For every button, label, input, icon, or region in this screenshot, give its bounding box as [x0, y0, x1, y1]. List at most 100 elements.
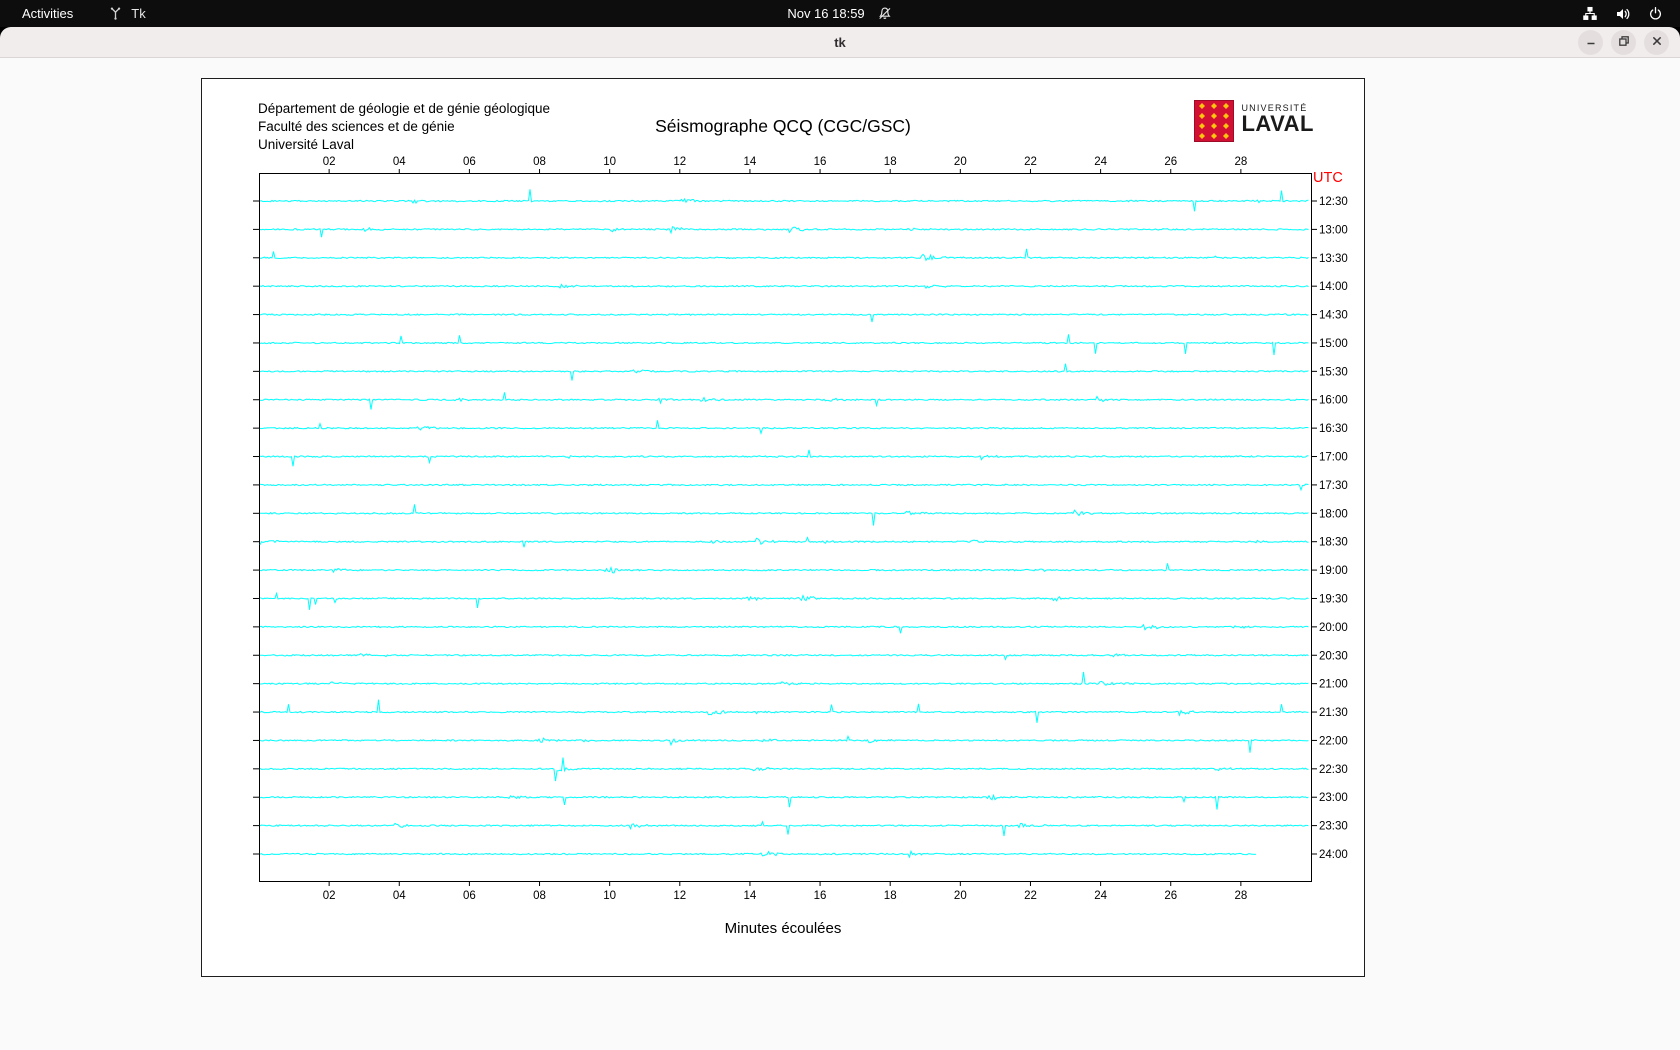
- close-button[interactable]: [1644, 30, 1669, 55]
- trace-time-label: 20:30: [1319, 650, 1348, 662]
- seismogram-plot: 02 02 04 04 06 06 08 08 10 10 12 12 14 14 16 16 18 18 20 20…: [253, 156, 1348, 902]
- trace-time-label: 23:30: [1319, 821, 1348, 833]
- trace-time-label: 24:00: [1319, 849, 1348, 861]
- seismogram-trace: [259, 313, 1309, 323]
- seismogram-trace: [260, 653, 1309, 661]
- x-tick-label-bottom: 20: [954, 890, 967, 902]
- minimize-icon: [1584, 34, 1598, 51]
- x-tick-label-top: 06: [463, 156, 476, 168]
- gnome-top-bar: Activities Tk Nov 16 18:59: [0, 0, 1680, 27]
- x-tick-label-bottom: 10: [603, 890, 616, 902]
- clock-label: Nov 16 18:59: [787, 6, 865, 21]
- seismogram-trace: [259, 820, 1309, 837]
- seismogram-trace: [259, 392, 1309, 410]
- trace-time-label: 16:30: [1319, 423, 1348, 435]
- activities-button[interactable]: Activities: [13, 4, 82, 23]
- clock-menu[interactable]: Nov 16 18:59: [787, 0, 892, 27]
- x-tick-label-top: 02: [323, 156, 336, 168]
- x-tick-label-bottom: 26: [1164, 890, 1177, 902]
- x-tick-label-top: 08: [533, 156, 546, 168]
- trace-time-label: 22:30: [1319, 764, 1348, 776]
- focused-app-indicator[interactable]: Tk: [108, 6, 146, 21]
- network-icon: [1582, 6, 1598, 22]
- x-tick-label-bottom: 16: [814, 890, 827, 902]
- seismogram-trace: [259, 420, 1309, 436]
- seismogram-trace: [259, 849, 1257, 859]
- seismogram-trace: [259, 449, 1309, 467]
- trace-time-label: 17:30: [1319, 480, 1348, 492]
- notifications-muted-icon: [878, 6, 893, 21]
- seismogram-trace: [259, 757, 1309, 782]
- x-tick-label-bottom: 04: [393, 890, 406, 902]
- seismogram-trace: [259, 226, 1309, 238]
- trace-time-label: 20:00: [1319, 622, 1348, 634]
- minimize-button[interactable]: [1578, 30, 1603, 55]
- x-tick-label-top: 14: [744, 156, 757, 168]
- seismogram-trace: [259, 699, 1309, 723]
- x-tick-label-bottom: 02: [323, 890, 336, 902]
- x-tick-label-top: 12: [673, 156, 686, 168]
- x-tick-label-top: 04: [393, 156, 406, 168]
- trace-time-label: 21:30: [1319, 707, 1348, 719]
- seismogram-trace: [259, 363, 1309, 381]
- trace-time-label: 15:00: [1319, 338, 1348, 350]
- trace-time-label: 21:00: [1319, 679, 1348, 691]
- seismogram-trace: [259, 283, 1309, 289]
- x-tick-label-bottom: 12: [673, 890, 686, 902]
- system-menu[interactable]: [1582, 6, 1680, 22]
- x-tick-label-bottom: 14: [744, 890, 757, 902]
- trace-time-label: 13:30: [1319, 253, 1348, 265]
- x-tick-label-bottom: 28: [1234, 890, 1247, 902]
- seismogram-trace: [260, 671, 1309, 686]
- x-tick-label-bottom: 06: [463, 890, 476, 902]
- seismogram-trace: [259, 793, 1309, 810]
- trace-time-label: 18:30: [1319, 537, 1348, 549]
- trace-time-label: 22:00: [1319, 735, 1348, 747]
- seismogram-trace: [260, 504, 1309, 526]
- power-icon: [1648, 6, 1663, 21]
- seismogram-trace: [259, 483, 1309, 492]
- seismogram-trace: [259, 536, 1309, 548]
- x-tick-label-top: 20: [954, 156, 967, 168]
- x-tick-label-top: 24: [1094, 156, 1107, 168]
- x-tick-label-top: 10: [603, 156, 616, 168]
- seismogram-trace: [259, 334, 1309, 356]
- x-tick-label-bottom: 22: [1024, 890, 1037, 902]
- trace-time-label: 19:30: [1319, 593, 1348, 605]
- x-tick-label-top: 28: [1234, 156, 1247, 168]
- trace-time-label: 12:30: [1319, 196, 1348, 208]
- window-title: tk: [834, 34, 846, 50]
- focused-app-name: Tk: [131, 6, 146, 21]
- window-titlebar[interactable]: tk: [0, 27, 1680, 58]
- x-tick-label-bottom: 08: [533, 890, 546, 902]
- utc-label: UTC: [1313, 170, 1343, 186]
- seismogram-trace: [259, 734, 1309, 753]
- trace-time-label: 18:00: [1319, 508, 1348, 520]
- seismograph-canvas: Département de géologie et de génie géol…: [201, 78, 1365, 977]
- window-content: Département de géologie et de génie géol…: [0, 58, 1680, 1050]
- seismogram-trace: [259, 248, 1309, 262]
- trace-time-label: 17:00: [1319, 452, 1348, 464]
- x-axis-label: Minutes écoulées: [724, 920, 842, 937]
- plot-frame: [259, 173, 1312, 882]
- seismogram-trace: [259, 563, 1309, 574]
- restore-icon: [1617, 34, 1631, 51]
- trace-time-label: 23:00: [1319, 792, 1348, 804]
- x-tick-label-top: 16: [814, 156, 827, 168]
- trace-time-label: 14:30: [1319, 310, 1348, 322]
- x-tick-label-top: 18: [884, 156, 897, 168]
- trace-time-label: 13:00: [1319, 224, 1348, 236]
- close-icon: [1650, 34, 1664, 51]
- seismogram-trace: [259, 623, 1309, 634]
- trace-time-label: 16:00: [1319, 395, 1348, 407]
- x-tick-label-bottom: 18: [884, 890, 897, 902]
- seismogram-trace: [259, 591, 1309, 610]
- volume-icon: [1615, 6, 1631, 22]
- trace-time-label: 19:00: [1319, 565, 1348, 577]
- x-tick-label-top: 22: [1024, 156, 1037, 168]
- x-tick-label-bottom: 24: [1094, 890, 1107, 902]
- trace-time-label: 15:30: [1319, 366, 1348, 378]
- seismogram-trace: [259, 189, 1309, 212]
- restore-button[interactable]: [1611, 30, 1636, 55]
- tk-app-icon: [108, 6, 123, 21]
